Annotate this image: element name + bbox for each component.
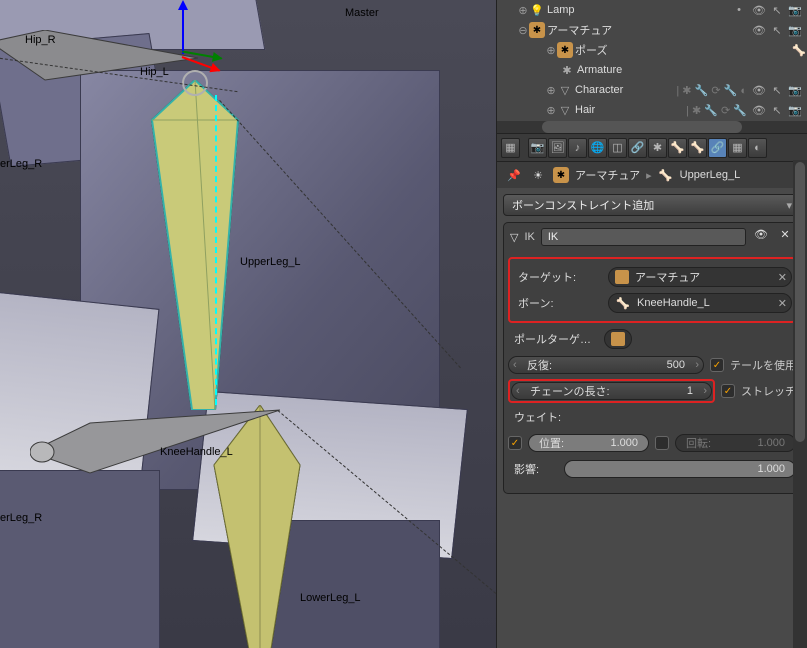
collapse-icon[interactable]: ⊖ <box>517 24 529 37</box>
collapse-triangle-icon[interactable]: ▽ <box>510 231 518 244</box>
label-stretch: ストレッチ <box>741 383 796 399</box>
chevron-right-icon: ▸ <box>646 169 652 182</box>
expand-icon[interactable]: ⊕ <box>517 4 529 17</box>
iterations-field[interactable]: 反復: 500 <box>508 356 704 374</box>
bone-value: KneeHandle_L <box>637 297 710 309</box>
tab-bone-constraints[interactable]: 🔗 <box>708 138 727 158</box>
add-constraint-label: ボーンコンストレイント追加 <box>512 197 654 213</box>
chain-length-field[interactable]: チェーンの長さ: 1 <box>511 382 712 400</box>
outliner-item[interactable]: アーマチュア <box>545 22 751 38</box>
weight-rotation-checkbox[interactable] <box>655 436 669 450</box>
cursor-icon[interactable]: ↖ <box>769 2 785 18</box>
delete-x-icon[interactable]: ✕ <box>776 228 794 246</box>
bone-icon: 🦴 <box>658 167 674 183</box>
mute-eye-icon[interactable]: 👁 <box>752 228 770 246</box>
outliner-scrollbar[interactable] <box>497 121 807 133</box>
tab-modifiers[interactable]: ✱ <box>648 138 667 158</box>
bone-label-master: Master <box>345 7 379 19</box>
breadcrumb: 📌 ☀ ✱ アーマチュア ▸ 🦴 UpperLeg_L <box>497 162 807 188</box>
lamp-icon: 💡 <box>529 2 545 18</box>
properties-context-tabs: ▦ 📷 🖼 ♪ 🌐 ◫ 🔗 ✱ 🦴 🦴 🔗 ▦ ◐ <box>497 134 807 162</box>
label-pole: ポールターゲ… <box>508 331 598 347</box>
outliner-item[interactable]: Armature <box>575 64 807 76</box>
constraint-type: IK <box>524 231 534 243</box>
pin-icon[interactable]: 📌 <box>505 166 523 184</box>
editor-type-icon[interactable]: ▦ <box>501 138 520 158</box>
tab-object[interactable]: ◫ <box>608 138 627 158</box>
outliner-item[interactable]: ポーズ <box>573 42 785 58</box>
object-icon <box>611 332 625 346</box>
label-bone: ボーン: <box>512 295 602 311</box>
render-icon[interactable]: 📷 <box>787 82 803 98</box>
tab-render-layers[interactable]: 🖼 <box>548 138 567 158</box>
tab-material[interactable]: ▦ <box>728 138 747 158</box>
breadcrumb-armature[interactable]: アーマチュア <box>575 167 640 183</box>
cursor-icon[interactable]: ↖ <box>769 82 785 98</box>
expand-icon[interactable]: ⊕ <box>545 84 557 97</box>
target-value: アーマチュア <box>635 269 700 285</box>
outliner[interactable]: ⊕ 💡 Lamp • 👁↖📷 ⊖ ✱ アーマチュア 👁↖📷 ⊕ ✱ ポーズ 🦴 … <box>497 0 807 134</box>
toggle-icon[interactable]: ☀ <box>529 166 547 184</box>
constraint-name-input[interactable]: IK <box>541 228 746 246</box>
clear-target-icon[interactable]: ✕ <box>778 271 787 284</box>
armature-icon: ✱ <box>529 22 545 38</box>
object-icon <box>615 270 629 284</box>
eye-icon[interactable]: 👁 <box>751 82 767 98</box>
bone-constraints-region: ボーンコンストレイント追加 ▽ IK IK 👁 ✕ ターゲット: アーマチュア <box>497 188 807 648</box>
properties-panel: ⊕ 💡 Lamp • 👁↖📷 ⊖ ✱ アーマチュア 👁↖📷 ⊕ ✱ ポーズ 🦴 … <box>496 0 807 648</box>
tab-render[interactable]: 📷 <box>528 138 547 158</box>
pole-target-field[interactable] <box>604 329 632 349</box>
weight-position-checkbox[interactable] <box>508 436 522 450</box>
eye-icon[interactable]: 👁 <box>751 2 767 18</box>
weight-rotation-slider[interactable]: 回転: 1.000 <box>675 434 796 452</box>
label-weight: ウェイト: <box>508 409 598 425</box>
eye-icon[interactable]: 👁 <box>751 102 767 118</box>
data-armature-icon: ✱ <box>559 62 575 78</box>
bone-icon: 🦴 <box>791 42 807 58</box>
weight-position-slider[interactable]: 位置: 1.000 <box>528 434 649 452</box>
tab-world[interactable]: 🌐 <box>588 138 607 158</box>
outliner-item[interactable]: Hair <box>573 104 686 116</box>
tab-data[interactable]: 🦴 <box>668 138 687 158</box>
properties-scrollbar[interactable] <box>793 160 807 648</box>
stretch-checkbox[interactable] <box>721 384 735 398</box>
label-influence: 影響: <box>508 461 558 477</box>
use-tail-checkbox[interactable] <box>710 358 724 372</box>
eye-icon[interactable]: 👁 <box>751 22 767 38</box>
cursor-icon[interactable]: ↖ <box>769 22 785 38</box>
outliner-item[interactable]: Character <box>573 84 676 96</box>
render-icon[interactable]: 📷 <box>787 22 803 38</box>
bone-icon: 🦴 <box>615 295 631 311</box>
tab-scene[interactable]: ♪ <box>568 138 587 158</box>
pose-icon: ✱ <box>557 42 573 58</box>
render-icon[interactable]: 📷 <box>787 102 803 118</box>
label-usetail: テールを使用 <box>730 357 796 373</box>
add-constraint-dropdown[interactable]: ボーンコンストレイント追加 <box>503 194 801 216</box>
expand-icon[interactable]: ⊕ <box>545 104 557 117</box>
sub-lamp-icon: • <box>731 2 747 18</box>
breadcrumb-bone[interactable]: UpperLeg_L <box>680 169 741 181</box>
cursor-icon[interactable]: ↖ <box>769 102 785 118</box>
mesh-icon: ▽ <box>557 102 573 118</box>
render-icon[interactable]: 📷 <box>787 2 803 18</box>
label-target: ターゲット: <box>512 269 602 285</box>
bone-field[interactable]: 🦴 KneeHandle_L ✕ <box>608 293 792 313</box>
tab-constraints[interactable]: 🔗 <box>628 138 647 158</box>
tab-texture[interactable]: ◐ <box>748 138 767 158</box>
expand-icon[interactable]: ⊕ <box>545 44 557 57</box>
tab-bone[interactable]: 🦴 <box>688 138 707 158</box>
armature-icon: ✱ <box>553 167 569 183</box>
mesh-icon: ▽ <box>557 82 573 98</box>
outliner-item[interactable]: Lamp <box>545 4 731 16</box>
highlight-target-bone: ターゲット: アーマチュア ✕ ボーン: 🦴 KneeHandle_L ✕ <box>508 257 796 323</box>
influence-slider[interactable]: 1.000 <box>564 460 796 478</box>
clear-bone-icon[interactable]: ✕ <box>778 297 787 310</box>
target-field[interactable]: アーマチュア ✕ <box>608 267 792 287</box>
viewport-3d[interactable]: Master Hip_R Hip_L UpperLeg_L KneeHandle… <box>0 0 496 648</box>
constraint-ik: ▽ IK IK 👁 ✕ ターゲット: アーマチュア ✕ <box>503 222 801 494</box>
